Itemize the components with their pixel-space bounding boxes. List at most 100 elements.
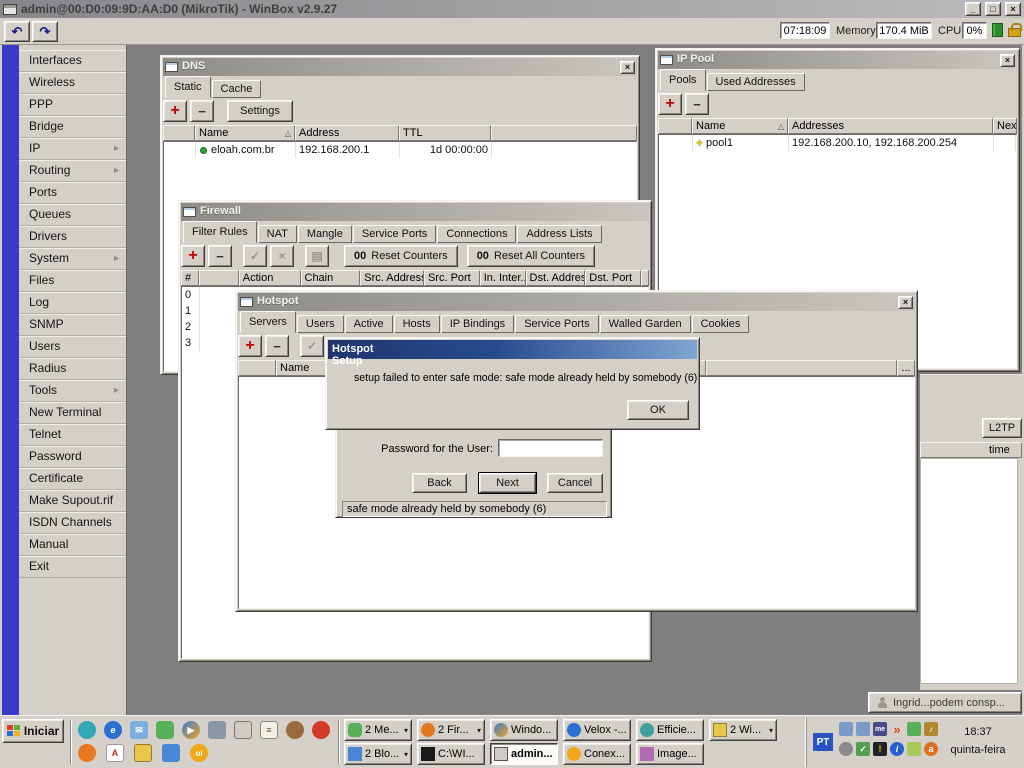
sidebar-item-interfaces[interactable]: Interfaces	[19, 50, 126, 72]
disable-button[interactable]: ×	[270, 245, 294, 267]
task-button-conexao[interactable]: Conex...	[563, 743, 631, 765]
sidebar-item-log[interactable]: Log	[19, 292, 126, 314]
tab-mangle[interactable]: Mangle	[297, 225, 352, 243]
enable-button[interactable]: ✓	[300, 335, 324, 357]
sidebar-item-system[interactable]: ▸ System	[19, 248, 126, 270]
column-header-dst-port[interactable]: Dst. Port	[585, 270, 641, 286]
close-icon[interactable]: ×	[898, 295, 913, 309]
column-header-address[interactable]: Address	[295, 125, 399, 141]
media-player-icon[interactable]: ▶	[182, 721, 200, 739]
network-places-icon[interactable]	[162, 744, 180, 762]
column-header-select[interactable]	[163, 125, 195, 141]
sidebar-item-drivers[interactable]: Drivers	[19, 226, 126, 248]
tab-pools[interactable]: Pools	[660, 69, 706, 91]
task-button-windows-folder[interactable]: 2 Wi... ▾	[709, 719, 777, 741]
task-button-image[interactable]: Image...	[636, 743, 704, 765]
wordpad-icon[interactable]: A	[106, 744, 124, 762]
add-button[interactable]: +	[181, 245, 205, 267]
sidebar-item-queues[interactable]: Queues	[19, 204, 126, 226]
network-icon-1[interactable]	[839, 722, 853, 736]
column-header-select[interactable]	[198, 270, 239, 286]
ip-pool-titlebar[interactable]: IP Pool ×	[658, 51, 1017, 69]
password-input[interactable]	[498, 439, 603, 457]
tab-nat[interactable]: NAT	[257, 225, 297, 243]
sidebar-item-snmp[interactable]: SNMP	[19, 314, 126, 336]
sidebar-item-telnet[interactable]: Telnet	[19, 424, 126, 446]
column-header-select[interactable]	[238, 360, 276, 376]
column-header-select[interactable]	[658, 118, 692, 134]
sidebar-item-certificate[interactable]: Certificate	[19, 468, 126, 490]
task-button-media-player[interactable]: Windo...	[490, 719, 558, 741]
tab-servers[interactable]: Servers	[240, 311, 296, 333]
main-titlebar[interactable]: admin@00:D0:09:9D:AA:D0 (MikroTik) - Win…	[0, 0, 1024, 18]
column-picker-button[interactable]: ...	[897, 360, 915, 376]
column-header-number[interactable]: #	[181, 270, 199, 286]
remove-button[interactable]: −	[190, 100, 214, 122]
remote-desktop-icon[interactable]	[208, 721, 226, 739]
tab-cookies[interactable]: Cookies	[691, 315, 750, 333]
clock[interactable]: 18:37 quinta-feira	[942, 723, 1014, 759]
back-button[interactable]: Back	[412, 473, 467, 493]
flash-icon[interactable]: !	[873, 742, 887, 756]
tab-filter-rules[interactable]: Filter Rules	[183, 221, 257, 243]
task-button-messenger[interactable]: 2 Me... ▾	[344, 719, 412, 741]
folder-icon[interactable]	[134, 744, 152, 762]
language-indicator[interactable]: PT	[813, 733, 833, 751]
restore-icon[interactable]: □	[985, 2, 1001, 16]
messenger-me-icon[interactable]: me	[873, 722, 887, 736]
column-header-addresses[interactable]: Addresses	[788, 118, 993, 134]
next-button[interactable]: Next	[478, 472, 537, 494]
hotspot-titlebar[interactable]: Hotspot ×	[238, 293, 915, 311]
close-icon[interactable]: ×	[1005, 2, 1021, 16]
kds-icon[interactable]	[78, 721, 96, 739]
msn-status-icon[interactable]	[907, 722, 921, 736]
tab-active[interactable]: Active	[344, 315, 393, 333]
info-icon[interactable]: i	[890, 742, 904, 756]
redo-icon[interactable]: ↷	[32, 21, 58, 42]
dns-titlebar[interactable]: DNS ×	[163, 58, 637, 76]
start-button[interactable]: Iniciar	[2, 719, 64, 743]
opera-icon[interactable]	[312, 721, 330, 739]
column-header-next[interactable]: Next	[993, 118, 1017, 134]
enable-button[interactable]: ✓	[243, 245, 267, 267]
column-header-name[interactable]: Name △	[195, 125, 295, 141]
settings-button[interactable]: Settings	[227, 100, 293, 122]
column-header-src-port[interactable]: Src. Port	[423, 270, 480, 286]
task-button-cmd[interactable]: C:\WI...	[417, 743, 485, 765]
sidebar-item-radius[interactable]: Radius	[19, 358, 126, 380]
dialog-titlebar[interactable]: Hotspot Setup	[328, 340, 697, 367]
sidebar-item-password[interactable]: Password	[19, 446, 126, 468]
column-header-src-address[interactable]: Src. Address	[360, 270, 424, 286]
ok-button[interactable]: OK	[627, 400, 689, 420]
tab-users[interactable]: Users	[296, 315, 344, 333]
remove-button[interactable]: −	[208, 245, 232, 267]
column-header-dst-address[interactable]: Dst. Address	[525, 270, 586, 286]
sidebar-item-users[interactable]: Users	[19, 336, 126, 358]
oi-icon[interactable]: oi	[190, 744, 208, 762]
volume-icon[interactable]: ♪	[924, 722, 938, 736]
sidebar-item-bridge[interactable]: Bridge	[19, 116, 126, 138]
column-header-action[interactable]: Action	[238, 270, 301, 286]
network-icon-2[interactable]	[856, 722, 870, 736]
table-row[interactable]: eloah.com.br 192.168.200.1 1d 00:00:00	[164, 142, 636, 158]
sidebar-item-exit[interactable]: Exit	[19, 556, 126, 578]
sidebar-item-ppp[interactable]: PPP	[19, 94, 126, 116]
outlook-express-icon[interactable]: ✉	[130, 721, 148, 739]
netcard-icon[interactable]	[907, 742, 921, 756]
msn-conversation-bar[interactable]: Ingrid...podem consp...	[868, 692, 1022, 713]
reset-all-counters-button[interactable]: 00 Reset All Counters	[466, 245, 596, 267]
task-button-firefox[interactable]: 2 Fir... ▾	[417, 719, 485, 741]
l2tp-button[interactable]: L2TP	[982, 418, 1022, 438]
add-button[interactable]: +	[238, 335, 262, 357]
close-icon[interactable]: ×	[1000, 53, 1015, 67]
tab-static[interactable]: Static	[165, 76, 211, 98]
task-button-velox[interactable]: Velox -...	[563, 719, 631, 741]
sidebar-item-make-supout[interactable]: Make Supout.rif	[19, 490, 126, 512]
sidebar-item-files[interactable]: Files	[19, 270, 126, 292]
column-header-in-interface[interactable]: In. Inter...	[479, 270, 526, 286]
tab-walled-garden[interactable]: Walled Garden	[599, 315, 691, 333]
table-row[interactable]: + pool1 192.168.200.10, 192.168.200.254	[659, 135, 1016, 151]
window-icon[interactable]	[234, 721, 252, 739]
taskbar-divider[interactable]	[338, 720, 340, 765]
cancel-button[interactable]: Cancel	[547, 473, 603, 493]
